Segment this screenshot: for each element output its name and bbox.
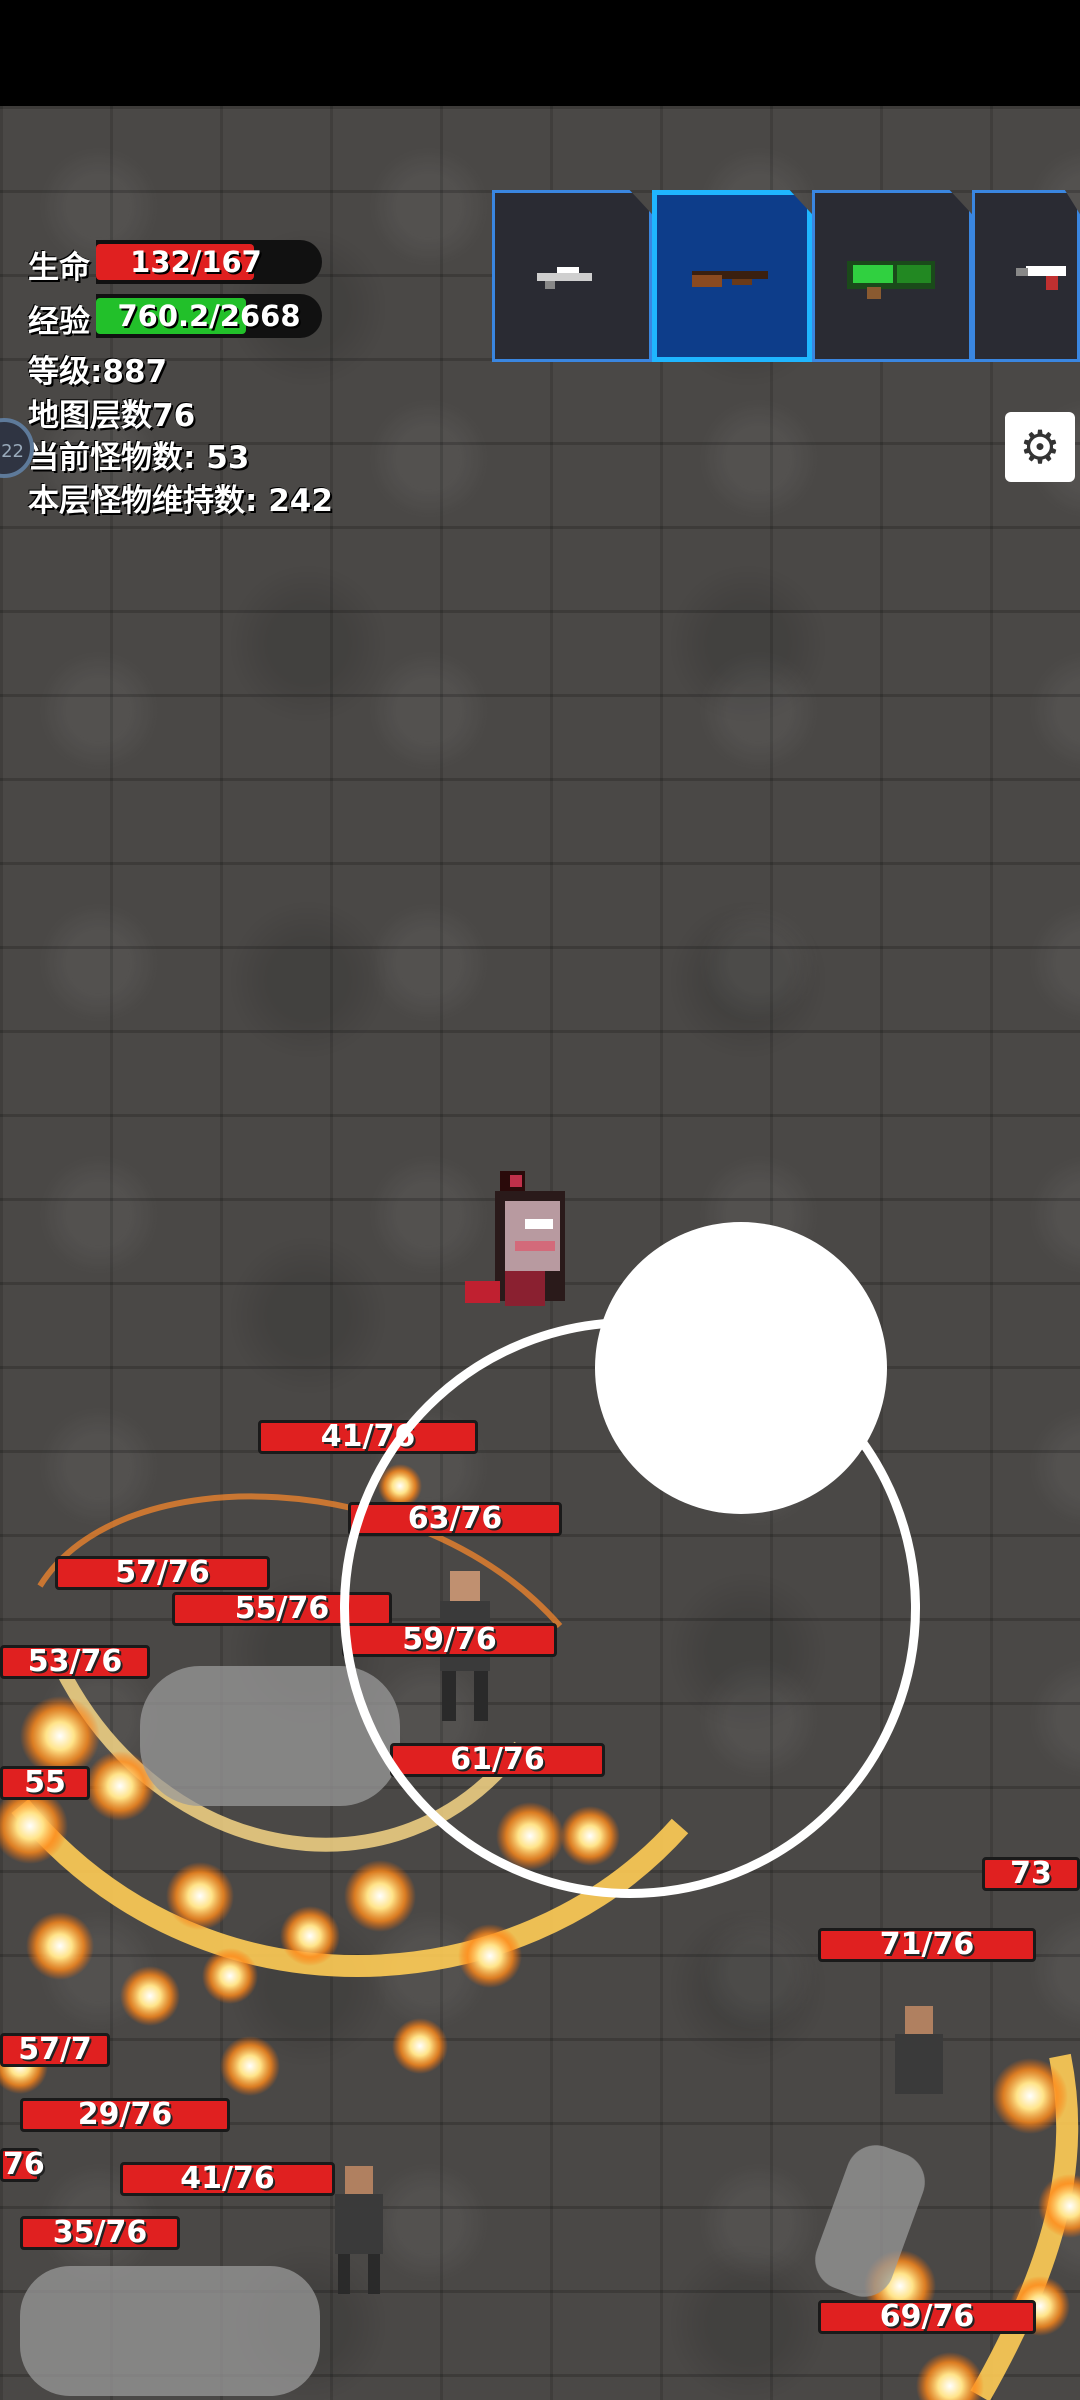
level-text: 等级:887 xyxy=(28,354,168,390)
enemy-health-bar: 73 xyxy=(982,1857,1080,1891)
life-bar: 132/167 xyxy=(96,240,322,284)
enemy-health-bar: 29/76 xyxy=(20,2098,230,2132)
enemy-health-bar: 41/76 xyxy=(120,2162,335,2196)
weapon-slot-shotgun[interactable] xyxy=(652,190,812,362)
status-bar-area xyxy=(0,0,1080,106)
life-value: 132/167 xyxy=(130,245,262,279)
weapon-slot-rifle[interactable] xyxy=(492,190,652,362)
settings-button[interactable]: ⚙ xyxy=(1005,412,1075,482)
life-label: 生命 xyxy=(28,250,90,286)
player-character xyxy=(465,1171,565,1306)
enemy-health-bar: 57/76 xyxy=(55,1556,270,1590)
exp-label: 经验 xyxy=(28,304,90,340)
shotgun-icon xyxy=(692,271,768,287)
enemy-health-bar: 69/76 xyxy=(818,2300,1036,2334)
gear-icon: ⚙ xyxy=(1019,420,1061,474)
exp-value: 760.2/2668 xyxy=(117,299,301,333)
enemy-health-bar: 55 xyxy=(0,1766,90,1800)
green-launcher-icon xyxy=(847,261,935,299)
weapon-slot-launcher[interactable] xyxy=(812,190,972,362)
enemy-health-bar: 76 xyxy=(0,2148,45,2182)
map-layer-text: 地图层数76 xyxy=(28,398,196,434)
current-monsters-text: 当前怪物数: 53 xyxy=(28,440,250,476)
enemy-character xyxy=(895,2006,943,2094)
rifle-icon xyxy=(537,267,592,289)
joystick-knob[interactable] xyxy=(595,1222,887,1514)
pistol-icon xyxy=(1016,266,1067,290)
enemy-health-bar: 71/76 xyxy=(818,1928,1036,1962)
weapon-slot-pistol[interactable] xyxy=(972,190,1080,362)
layer-monsters-text: 本层怪物维持数: 242 xyxy=(28,483,333,519)
exp-bar: 760.2/2668 xyxy=(96,294,322,338)
enemy-health-bar: 35/76 xyxy=(20,2216,180,2250)
enemy-health-bar: 53/76 xyxy=(0,1645,150,1679)
enemy-health-bar: 57/7 xyxy=(0,2033,110,2067)
